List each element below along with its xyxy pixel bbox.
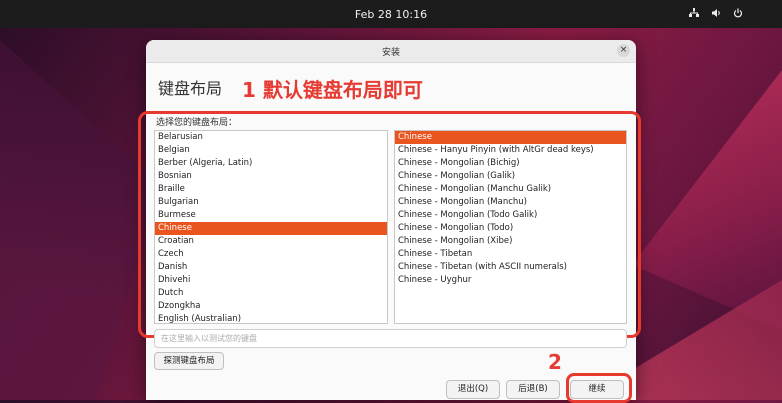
network-icon[interactable] [688, 8, 700, 21]
variant-item[interactable]: Chinese - Hanyu Pinyin (with AltGr dead … [395, 144, 626, 157]
variant-item[interactable]: Chinese - Mongolian (Bichig) [395, 157, 626, 170]
volume-icon[interactable] [710, 8, 722, 21]
variant-item[interactable]: Chinese - Mongolian (Manchu) [395, 196, 626, 209]
variant-item[interactable]: Chinese - Tibetan [395, 248, 626, 261]
layout-item[interactable]: Danish [155, 261, 387, 274]
variant-item[interactable]: Chinese - Tibetan (with ASCII numerals) [395, 261, 626, 274]
variant-item[interactable]: Chinese - Uyghur [395, 274, 626, 287]
variant-item[interactable]: Chinese - Mongolian (Todo Galik) [395, 209, 626, 222]
layout-item[interactable]: Braille [155, 183, 387, 196]
layout-prompt-label: 选择您的键盘布局： [156, 118, 238, 128]
layout-item-selected[interactable]: Chinese [155, 222, 387, 235]
layout-item[interactable]: Dzongkha [155, 300, 387, 313]
layout-item[interactable]: English (Australian) [155, 313, 387, 323]
layout-item[interactable]: Belarusian [155, 131, 387, 144]
wallpaper-shape-left [0, 40, 160, 400]
wallpaper-shape-right [632, 70, 782, 330]
top-bar: Feb 28 10:16 [0, 0, 782, 28]
layout-item[interactable]: Belgian [155, 144, 387, 157]
annotation-1: 1 默认键盘布局即可 [242, 78, 423, 102]
quit-button[interactable]: 退出(Q) [446, 380, 500, 399]
layout-item[interactable]: Berber (Algeria, Latin) [155, 157, 387, 170]
dialog-titlebar: 安装 × [146, 40, 636, 63]
annotation-2: 2 [548, 350, 562, 374]
back-button[interactable]: 后退(B) [506, 380, 560, 399]
page-title: 键盘布局 [158, 79, 223, 98]
installer-dialog: 安装 × 键盘布局 1 默认键盘布局即可 选择您的键盘布局： Belarusia… [138, 40, 641, 403]
dialog-title: 安装 [381, 48, 400, 58]
layout-item[interactable]: Dutch [155, 287, 387, 300]
close-icon[interactable]: × [617, 44, 630, 57]
variant-list[interactable]: Chinese Chinese - Hanyu Pinyin (with Alt… [394, 130, 627, 324]
variant-item[interactable]: Chinese - Mongolian (Galik) [395, 170, 626, 183]
layout-item[interactable]: Bulgarian [155, 196, 387, 209]
layout-item[interactable]: Bosnian [155, 170, 387, 183]
variant-item-selected[interactable]: Chinese [395, 131, 626, 144]
variant-item[interactable]: Chinese - Mongolian (Manchu Galik) [395, 183, 626, 196]
variant-item[interactable]: Chinese - Mongolian (Xibe) [395, 235, 626, 248]
power-icon[interactable] [732, 8, 744, 21]
clock[interactable]: Feb 28 10:16 [0, 8, 782, 21]
system-tray[interactable] [688, 8, 744, 21]
layout-item[interactable]: Croatian [155, 235, 387, 248]
keyboard-test-input[interactable]: 在这里输入以测试您的键盘 [154, 329, 627, 348]
variant-item[interactable]: Chinese - Mongolian (Todo) [395, 222, 626, 235]
detect-layout-button[interactable]: 探测键盘布局 [154, 352, 224, 370]
layout-item[interactable]: Czech [155, 248, 387, 261]
layout-list[interactable]: Belarusian Belgian Berber (Algeria, Lati… [154, 130, 388, 324]
layout-item[interactable]: Burmese [155, 209, 387, 222]
continue-button[interactable]: 继续 [570, 380, 624, 399]
layout-item[interactable]: Dhivehi [155, 274, 387, 287]
